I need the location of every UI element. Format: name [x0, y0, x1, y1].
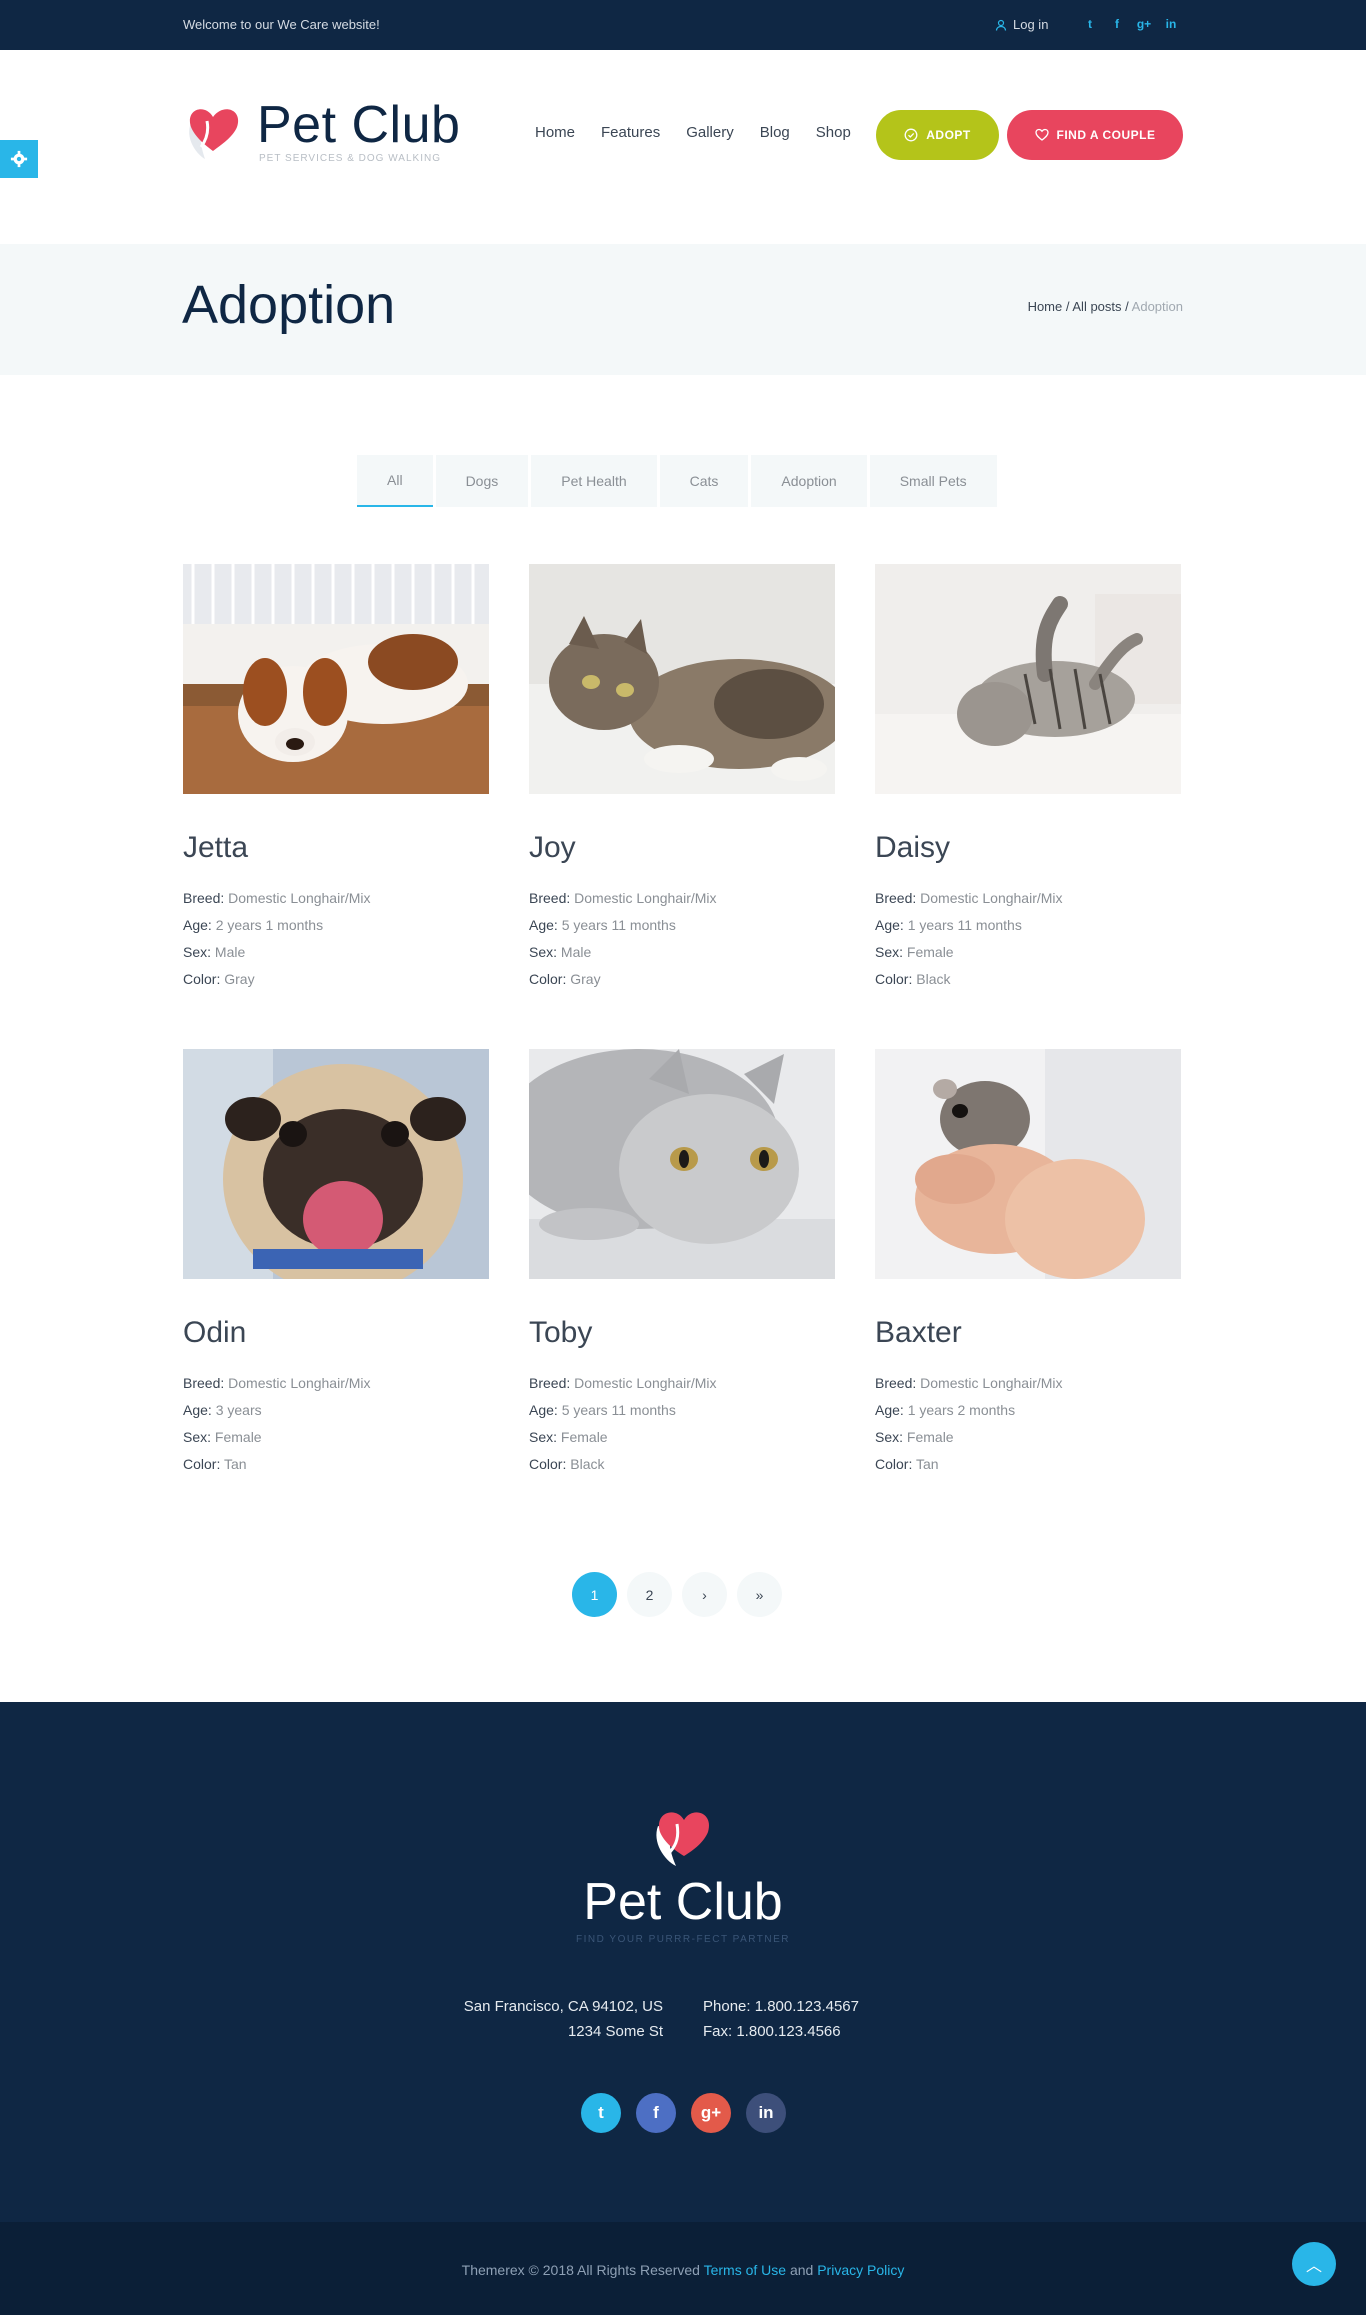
chevron-up-icon: ︿ — [1305, 2258, 1322, 2275]
terms-link[interactable]: Terms of Use — [704, 2262, 786, 2278]
facebook-icon[interactable]: f — [1110, 17, 1124, 31]
pet-attributes: Breed: Domestic Longhair/Mix Age: 5 year… — [529, 1375, 717, 1472]
pet-name[interactable]: Odin — [183, 1316, 489, 1350]
find-a-couple-button[interactable]: FIND A COUPLE — [1007, 110, 1183, 160]
scroll-to-top-button[interactable]: ︿ — [1292, 2242, 1336, 2286]
pet-card-daisy[interactable]: Daisy Breed: Domestic Longhair/Mix Age: … — [875, 564, 1181, 993]
nav-gallery[interactable]: Gallery — [686, 124, 734, 141]
copyright-bar: Themerex © 2018 All Rights Reserved Term… — [0, 2222, 1366, 2315]
pet-photo-pug[interactable] — [183, 1049, 489, 1279]
filter-small-pets[interactable]: Small Pets — [869, 455, 997, 507]
nav-features[interactable]: Features — [601, 124, 660, 141]
pet-attributes: Breed: Domestic Longhair/Mix Age: 2 year… — [183, 890, 371, 987]
pet-name[interactable]: Toby — [529, 1316, 835, 1350]
breadcrumb-all-posts[interactable]: All posts — [1072, 299, 1121, 314]
pet-photo-hamster[interactable] — [875, 1049, 1181, 1279]
top-socials: t f g+ in — [1083, 17, 1178, 31]
breadcrumb-current: Adoption — [1131, 299, 1183, 314]
top-bar: Welcome to our We Care website! Log in t… — [0, 0, 1366, 50]
google-plus-icon[interactable]: g+ — [1137, 17, 1151, 31]
pet-photo-tabby-cat[interactable] — [529, 564, 835, 794]
nav-home[interactable]: Home — [535, 124, 575, 141]
page-title: Adoption — [182, 275, 396, 335]
gear-icon — [10, 150, 28, 168]
pagination: 1 2 › » — [572, 1572, 782, 1617]
pet-name[interactable]: Baxter — [875, 1316, 1181, 1350]
filter-dogs[interactable]: Dogs — [435, 455, 529, 507]
pet-name[interactable]: Joy — [529, 831, 835, 865]
footer-logo[interactable]: Pet Club FIND YOUR PURRR-FECT PARTNER — [0, 1806, 1366, 1945]
page-2-button[interactable]: 2 — [627, 1572, 672, 1617]
footer-address: San Francisco, CA 94102, US 1234 Some St — [463, 1998, 663, 2040]
privacy-link[interactable]: Privacy Policy — [817, 2262, 904, 2278]
footer-logo-name: Pet Club — [583, 1873, 783, 1931]
main-nav: Home Features Gallery Blog Shop — [535, 124, 877, 141]
pet-card-toby[interactable]: Toby Breed: Domestic Longhair/Mix Age: 5… — [529, 1049, 835, 1478]
adopt-label: ADOPT — [926, 128, 971, 142]
pet-card-baxter[interactable]: Baxter Breed: Domestic Longhair/Mix Age:… — [875, 1049, 1181, 1478]
check-circle-icon — [904, 128, 918, 142]
welcome-text: Welcome to our We Care website! — [183, 17, 380, 32]
filter-adoption[interactable]: Adoption — [751, 455, 867, 507]
pet-photo-kitten-playing[interactable] — [875, 564, 1181, 794]
logo-tagline: PET SERVICES & DOG WALKING — [259, 153, 441, 164]
pet-attributes: Breed: Domestic Longhair/Mix Age: 3 year… — [183, 1375, 371, 1472]
filter-all[interactable]: All — [357, 455, 433, 507]
next-page-button[interactable]: › — [682, 1572, 727, 1617]
page-title-band: Adoption Home / All posts / Adoption — [0, 244, 1366, 375]
pet-attributes: Breed: Domestic Longhair/Mix Age: 1 year… — [875, 1375, 1063, 1472]
filter-cats[interactable]: Cats — [659, 455, 749, 507]
pet-card-jetta[interactable]: Jetta Breed: Domestic Longhair/Mix Age: … — [183, 564, 489, 993]
pet-photo-beagle[interactable] — [183, 564, 489, 794]
nav-shop[interactable]: Shop — [816, 124, 851, 141]
heart-outline-icon — [1034, 128, 1049, 141]
footer: Pet Club FIND YOUR PURRR-FECT PARTNER Sa… — [0, 1702, 1366, 2222]
facebook-icon[interactable]: f — [636, 2093, 676, 2133]
pet-attributes: Breed: Domestic Longhair/Mix Age: 5 year… — [529, 890, 717, 987]
twitter-icon[interactable]: t — [581, 2093, 621, 2133]
linkedin-icon[interactable]: in — [746, 2093, 786, 2133]
heart-logo-icon — [656, 1812, 710, 1866]
footer-socials: t f g+ in — [581, 2093, 786, 2133]
copyright-text: Themerex © 2018 All Rights Reserved Term… — [461, 2262, 905, 2278]
pet-name[interactable]: Jetta — [183, 831, 489, 865]
twitter-icon[interactable]: t — [1083, 17, 1097, 31]
google-plus-icon[interactable]: g+ — [691, 2093, 731, 2133]
pet-card-odin[interactable]: Odin Breed: Domestic Longhair/Mix Age: 3… — [183, 1049, 489, 1478]
nav-blog[interactable]: Blog — [760, 124, 790, 141]
settings-panel-toggle[interactable] — [0, 140, 38, 178]
pet-attributes: Breed: Domestic Longhair/Mix Age: 1 year… — [875, 890, 1063, 987]
last-page-button[interactable]: » — [737, 1572, 782, 1617]
breadcrumb-home[interactable]: Home — [1028, 299, 1063, 314]
linkedin-icon[interactable]: in — [1164, 17, 1178, 31]
filter-pet-health[interactable]: Pet Health — [531, 455, 657, 507]
adopt-button[interactable]: ADOPT — [876, 110, 999, 160]
logo-name: Pet Club — [257, 96, 461, 154]
footer-logo-tagline: FIND YOUR PURRR-FECT PARTNER — [575, 1934, 791, 1945]
login-link[interactable]: Log in — [995, 17, 1048, 32]
footer-phone-fax: Phone: 1.800.123.4567 Fax: 1.800.123.456… — [703, 1998, 859, 2040]
pet-photo-gray-cat[interactable] — [529, 1049, 835, 1279]
pet-name[interactable]: Daisy — [875, 831, 1181, 865]
login-label: Log in — [1013, 17, 1049, 32]
find-a-couple-label: FIND A COUPLE — [1056, 128, 1156, 142]
category-filters: All Dogs Pet Health Cats Adoption Small … — [357, 455, 997, 507]
user-icon — [995, 19, 1007, 31]
breadcrumb: Home / All posts / Adoption — [1027, 299, 1183, 314]
heart-logo-icon — [189, 109, 239, 159]
pet-card-joy[interactable]: Joy Breed: Domestic Longhair/Mix Age: 5 … — [529, 564, 835, 993]
page-1-button[interactable]: 1 — [572, 1572, 617, 1617]
site-logo[interactable]: Pet Club PET SERVICES & DOG WALKING — [183, 95, 463, 170]
